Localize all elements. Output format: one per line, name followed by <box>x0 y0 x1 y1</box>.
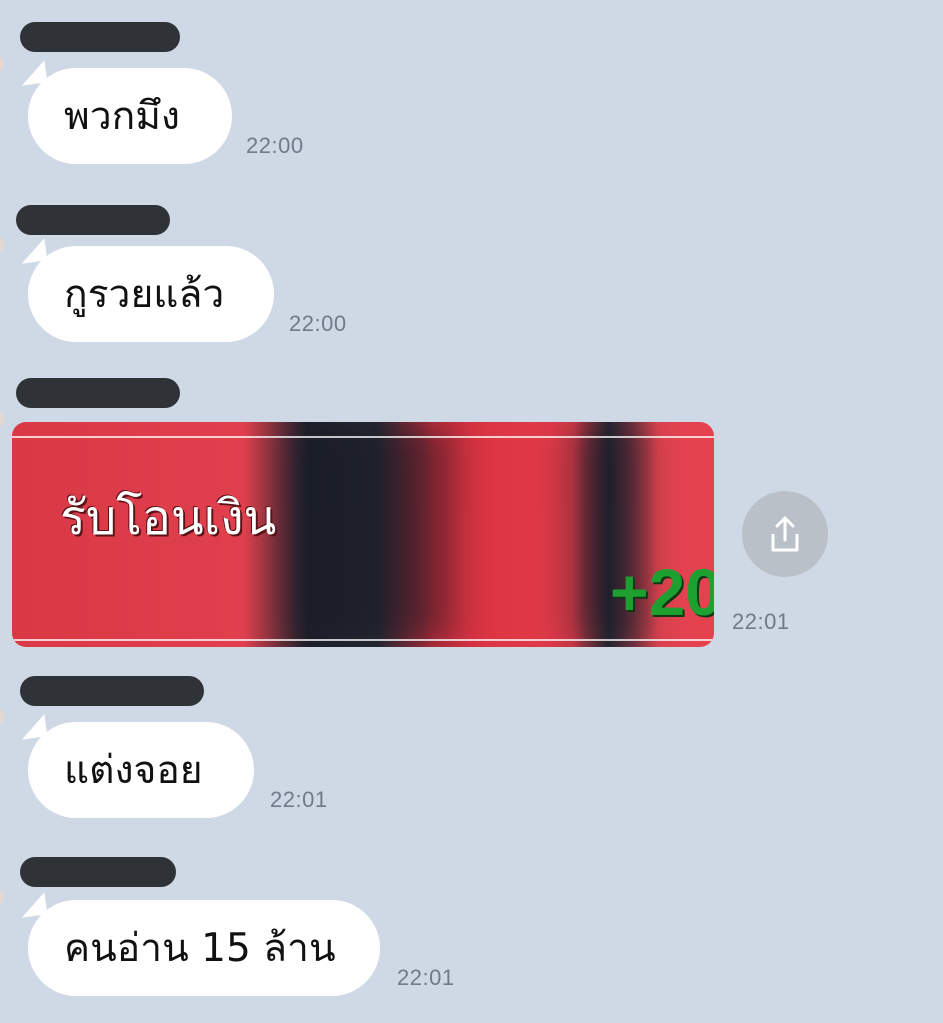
image-blur-region <box>292 422 452 647</box>
sender-name-redacted <box>20 676 204 706</box>
message-timestamp: 22:01 <box>270 787 328 812</box>
image-stripe <box>12 639 714 641</box>
message-timestamp: 22:01 <box>397 965 455 990</box>
image-stripe <box>12 436 714 438</box>
avatar[interactable] <box>0 236 4 254</box>
message-timestamp: 22:00 <box>289 311 347 336</box>
avatar[interactable] <box>0 55 4 73</box>
avatar[interactable] <box>0 888 4 906</box>
message-bubble[interactable]: พวกมึง <box>28 68 232 164</box>
image-caption-text: รับโอนเงิน <box>60 490 277 546</box>
avatar[interactable] <box>0 708 4 726</box>
message-text: คนอ่าน 15 ล้าน <box>64 925 336 971</box>
message-bubble[interactable]: กูรวยแล้ว <box>28 246 274 342</box>
message-text: พวกมึง <box>64 93 180 139</box>
message-bubble[interactable]: แต่งจอย <box>28 722 254 818</box>
image-message[interactable]: รับโอนเงิน +20 <box>12 422 714 647</box>
sender-name-redacted <box>20 22 180 52</box>
sender-name-redacted <box>16 205 170 235</box>
sender-name-redacted <box>16 378 180 408</box>
sender-name-redacted <box>20 857 176 887</box>
share-button[interactable] <box>742 491 828 577</box>
message-text: กูรวยแล้ว <box>64 271 225 317</box>
avatar[interactable] <box>0 410 4 428</box>
image-amount-text: +20 <box>610 555 714 629</box>
share-icon <box>771 516 799 552</box>
message-timestamp: 22:00 <box>246 133 304 158</box>
message-text: แต่งจอย <box>64 747 203 793</box>
message-bubble[interactable]: คนอ่าน 15 ล้าน <box>28 900 380 996</box>
message-timestamp: 22:01 <box>732 609 790 634</box>
